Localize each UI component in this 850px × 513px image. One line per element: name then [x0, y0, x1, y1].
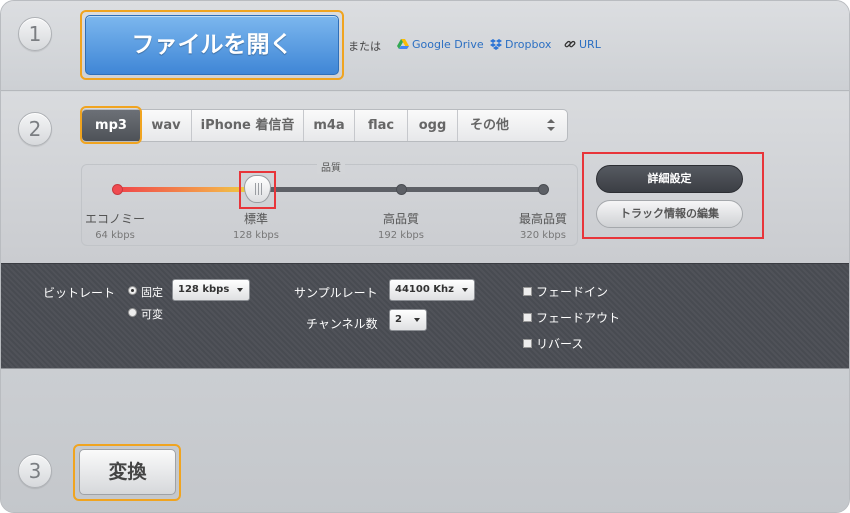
slider-handle-highlight: [239, 171, 276, 209]
quality-slider-fill: [117, 187, 259, 192]
link-icon: [564, 40, 576, 48]
reverse-label: リバース: [536, 337, 584, 351]
url-link[interactable]: URL: [564, 38, 601, 51]
select-arrows-icon: [547, 119, 555, 131]
or-text: または: [348, 40, 381, 53]
reverse-checkbox[interactable]: [523, 339, 532, 348]
quality-stop-highest[interactable]: [538, 184, 549, 195]
convert-button[interactable]: 変換: [79, 449, 176, 495]
quality-stop-high[interactable]: [396, 184, 407, 195]
sample-rate-label: サンプルレート: [294, 286, 378, 300]
quality-name: 標準: [243, 212, 268, 226]
sample-rate-value: 44100 Khz: [395, 284, 454, 295]
chevron-down-icon: [414, 318, 420, 322]
step-3-badge: 3: [18, 454, 52, 488]
other-format-select[interactable]: その他: [458, 110, 567, 141]
quality-stop-economy[interactable]: [112, 184, 123, 195]
url-label: URL: [579, 38, 601, 51]
google-drive-icon: [397, 39, 409, 49]
tab-wav[interactable]: wav: [141, 110, 192, 141]
sample-rate-select[interactable]: 44100 Khz: [389, 279, 475, 301]
step-2-badge: 2: [18, 112, 52, 146]
other-format-label: その他: [470, 118, 510, 133]
channels-select[interactable]: 2: [389, 309, 427, 331]
google-drive-link[interactable]: Google Drive: [397, 38, 484, 51]
format-tabs: mp3 wav iPhone 着信音 m4a flac ogg その他: [81, 109, 568, 142]
bitrate-constant-radio[interactable]: [128, 286, 137, 295]
quality-label-economy: エコノミー 64 kbps: [75, 210, 155, 241]
bitrate-value: 128 kbps: [178, 284, 230, 295]
settings-buttons-highlight: [582, 152, 764, 239]
chevron-down-icon: [237, 288, 243, 292]
tab-m4a[interactable]: m4a: [304, 110, 355, 141]
fade-out-label: フェードアウト: [536, 311, 621, 325]
quality-bitrate: 192 kbps: [378, 230, 424, 241]
open-file-button[interactable]: ファイルを開く: [85, 15, 339, 75]
chevron-down-icon: [462, 288, 468, 292]
mp3-tab-highlight: [80, 106, 142, 144]
step-1-badge: 1: [18, 17, 52, 51]
dropbox-icon: [490, 39, 502, 50]
converter-frame: 1 ファイルを開く または Google Drive Dropbox URL 2…: [0, 0, 850, 513]
quality-title: 品質: [317, 159, 345, 174]
quality-bitrate: 64 kbps: [95, 230, 135, 241]
quality-name: エコノミー: [84, 212, 145, 226]
bitrate-constant-label: 固定: [141, 286, 163, 299]
google-drive-label: Google Drive: [412, 38, 484, 51]
tab-flac[interactable]: flac: [355, 110, 408, 141]
dropbox-link[interactable]: Dropbox: [490, 38, 551, 51]
tab-ogg[interactable]: ogg: [408, 110, 458, 141]
quality-bitrate: 128 kbps: [233, 230, 279, 241]
channels-label: チャンネル数: [306, 317, 378, 331]
quality-label-highest: 最高品質 320 kbps: [503, 210, 583, 241]
quality-name: 最高品質: [518, 212, 567, 226]
fade-in-checkbox[interactable]: [523, 287, 532, 296]
channels-value: 2: [395, 314, 402, 325]
quality-bitrate: 320 kbps: [520, 230, 566, 241]
quality-name: 高品質: [382, 212, 419, 226]
bitrate-label: ビットレート: [43, 286, 116, 300]
fade-out-checkbox[interactable]: [523, 313, 532, 322]
quality-label-high: 高品質 192 kbps: [361, 210, 441, 241]
bitrate-variable-radio[interactable]: [128, 308, 137, 317]
bitrate-select[interactable]: 128 kbps: [172, 279, 250, 301]
bitrate-variable-label: 可変: [141, 308, 163, 321]
tab-iphone-ringtone[interactable]: iPhone 着信音: [192, 110, 304, 141]
quality-label-standard: 標準 128 kbps: [216, 210, 296, 241]
fade-in-label: フェードイン: [536, 285, 609, 299]
dropbox-label: Dropbox: [505, 38, 552, 51]
